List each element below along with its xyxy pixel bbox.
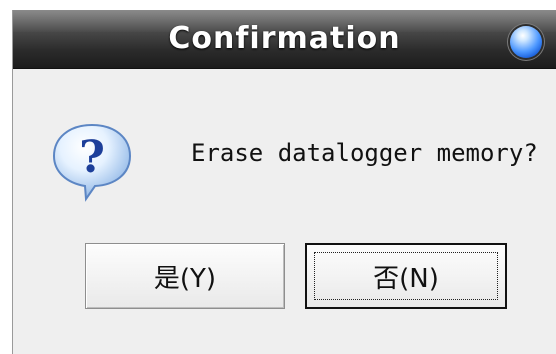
yes-button-label: 是(Y) [153,263,217,294]
close-button[interactable] [510,26,542,58]
title-bar[interactable]: Confirmation [13,10,556,69]
dialog-title: Confirmation [168,21,401,56]
no-button-label: 否(N) [373,263,439,294]
confirmation-dialog: Confirmation ? Erase datalogger memory? … [12,10,556,354]
svg-text:?: ? [79,132,105,183]
no-button[interactable]: 否(N) [305,243,507,309]
dialog-message: Erase datalogger memory? [191,139,538,167]
question-icon: ? [52,123,132,202]
yes-button[interactable]: 是(Y) [85,243,285,309]
